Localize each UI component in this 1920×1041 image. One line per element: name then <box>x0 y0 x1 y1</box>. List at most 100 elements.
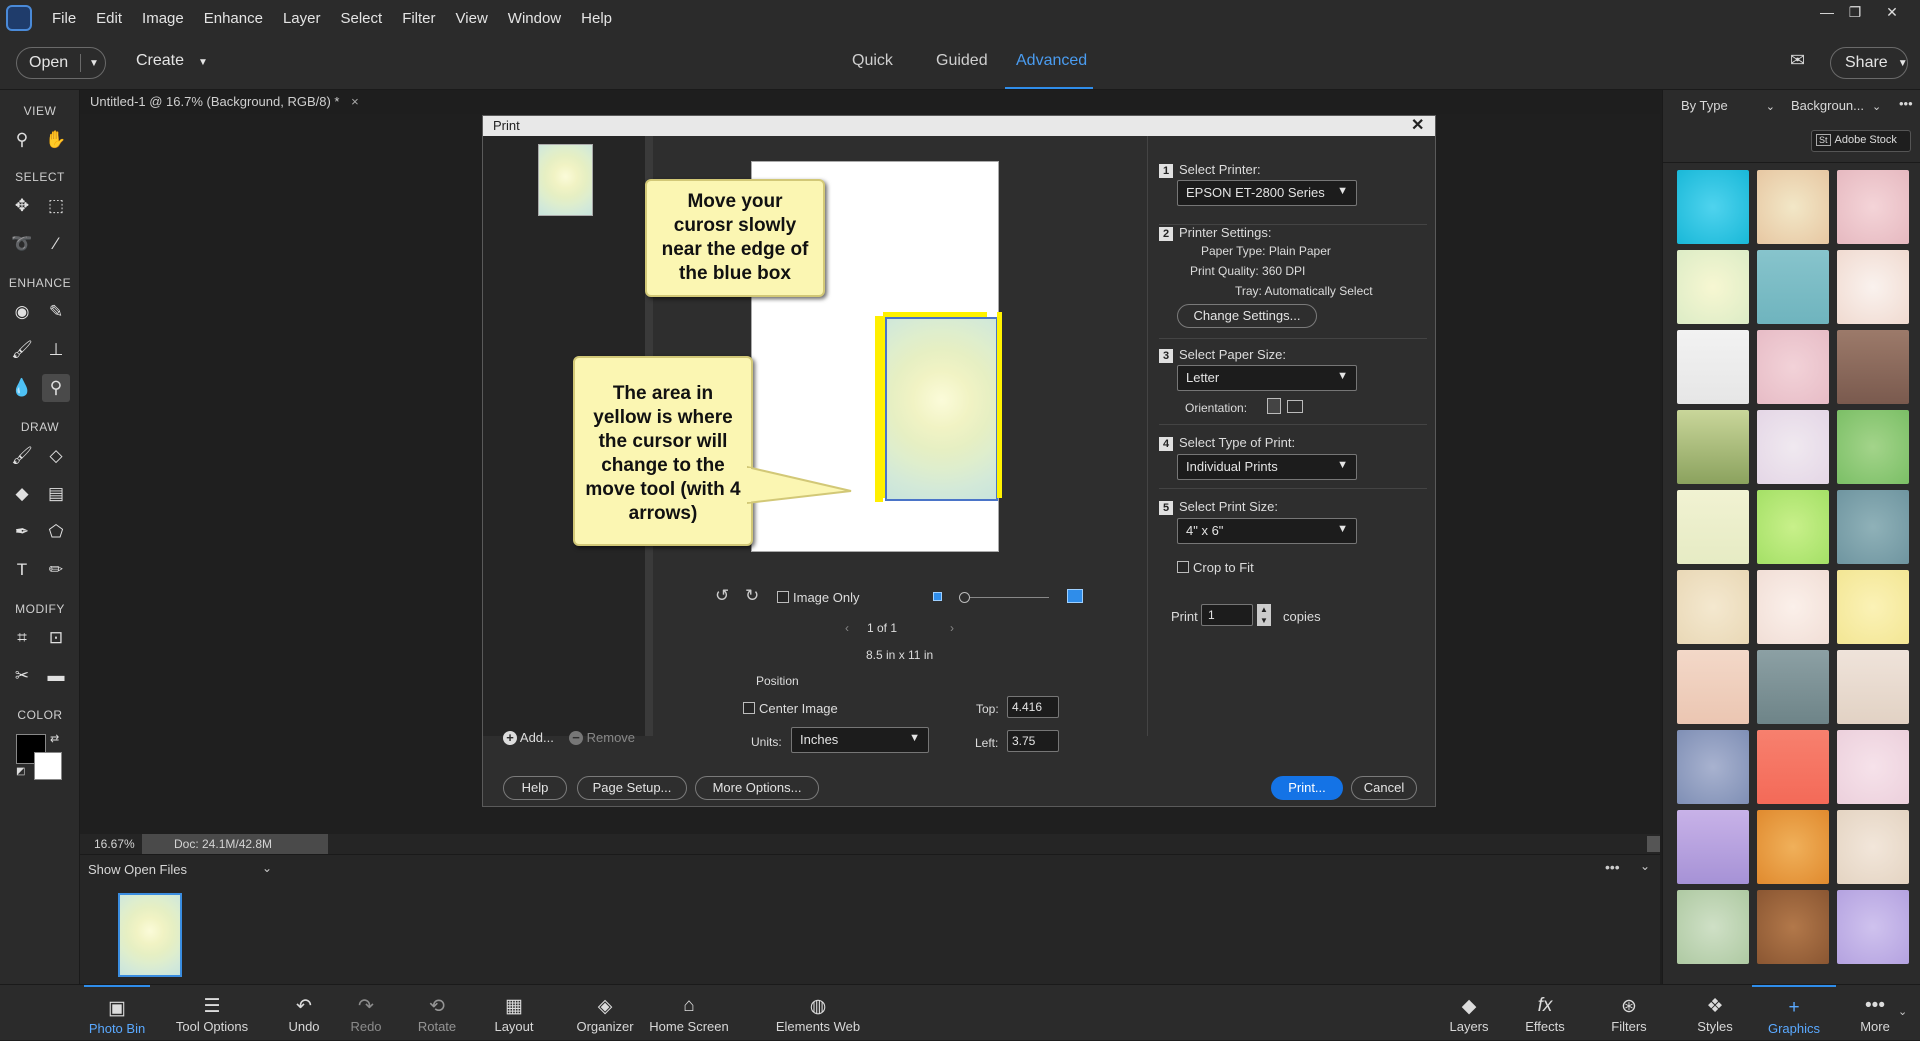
background-thumbnail[interactable] <box>1837 730 1909 804</box>
marquee-tool-icon[interactable]: ⬚ <box>42 192 70 220</box>
background-thumbnail[interactable] <box>1757 410 1829 484</box>
remove-button[interactable]: − Remove <box>569 730 635 745</box>
rotate-left-icon[interactable]: ↺ <box>715 586 729 606</box>
background-thumbnail[interactable] <box>1757 570 1829 644</box>
gradient-tool-icon[interactable]: ▤ <box>42 480 70 508</box>
background-thumbnail[interactable] <box>1677 410 1749 484</box>
add-button[interactable]: + Add... <box>503 730 554 745</box>
crop-tool-icon[interactable]: ⌗ <box>8 624 36 652</box>
layers-button[interactable]: ◆ Layers <box>1444 985 1494 1041</box>
tool-options-button[interactable]: ☰ Tool Options <box>172 985 252 1041</box>
background-thumbnail[interactable] <box>1837 170 1909 244</box>
minimize-icon[interactable]: — <box>1815 4 1839 26</box>
undo-button[interactable]: ↶ Undo <box>284 985 324 1041</box>
pencil-tool-icon[interactable]: ✏ <box>42 556 70 584</box>
organizer-button[interactable]: ◈ Organizer <box>574 985 636 1041</box>
background-thumbnail[interactable] <box>1757 810 1829 884</box>
background-thumbnail[interactable] <box>1837 650 1909 724</box>
type-tool-icon[interactable]: T <box>8 556 36 584</box>
print-type-select[interactable]: Individual Prints ▼ <box>1177 454 1357 480</box>
menu-file[interactable]: File <box>42 10 86 27</box>
smart-brush-icon[interactable]: 🖌 <box>8 336 36 364</box>
page-setup-button[interactable]: Page Setup... <box>577 776 687 800</box>
eraser-tool-icon[interactable]: ◇ <box>42 442 70 470</box>
magic-wand-tool-icon[interactable]: ⁄ <box>42 230 70 258</box>
mail-icon[interactable]: ✉ <box>1790 50 1805 71</box>
copies-stepper[interactable]: ▲ ▼ <box>1257 604 1271 626</box>
open-file-thumbnail[interactable] <box>118 893 182 977</box>
menu-edit[interactable]: Edit <box>86 10 132 27</box>
show-files-dropdown-icon[interactable]: ⌄ <box>262 861 272 875</box>
zoom-slider-thumb[interactable] <box>959 592 970 603</box>
next-page-icon[interactable]: › <box>950 621 954 635</box>
elements-web-button[interactable]: ◍ Elements Web <box>774 985 862 1041</box>
content-aware-move-icon[interactable]: ✂ <box>8 662 36 690</box>
lasso-tool-icon[interactable]: ➰ <box>8 230 36 258</box>
paper-size-select[interactable]: Letter ▼ <box>1177 365 1357 391</box>
adobe-stock-button[interactable]: St Adobe Stock <box>1811 130 1911 152</box>
document-tab[interactable]: Untitled-1 @ 16.7% (Background, RGB/8) *… <box>80 90 369 114</box>
left-input[interactable]: 3.75 <box>1007 730 1059 752</box>
background-thumbnail[interactable] <box>1757 890 1829 964</box>
background-thumbnail[interactable] <box>1677 490 1749 564</box>
close-window-icon[interactable]: ✕ <box>1880 4 1904 26</box>
printer-select[interactable]: EPSON ET-2800 Series ▼ <box>1177 180 1357 206</box>
default-colors-icon[interactable]: ◩ <box>16 766 25 777</box>
restore-icon[interactable]: ❐ <box>1843 4 1867 26</box>
background-thumbnail[interactable] <box>1677 570 1749 644</box>
photo-bin-button[interactable]: ▣ Photo Bin <box>84 985 150 1041</box>
collapse-bin-icon[interactable]: ⌄ <box>1640 859 1650 873</box>
print-thumbnail[interactable] <box>538 144 593 216</box>
blur-tool-icon[interactable]: 💧 <box>8 374 36 402</box>
eyedropper-tool-icon[interactable]: ✒ <box>8 518 36 546</box>
zoom-slider-track[interactable] <box>959 597 1049 598</box>
cancel-button[interactable]: Cancel <box>1351 776 1417 800</box>
by-type-dropdown[interactable]: By Type ⌄ <box>1681 98 1775 113</box>
home-screen-button[interactable]: ⌂ Home Screen <box>648 985 730 1041</box>
panel-options-icon[interactable]: ••• <box>1899 96 1913 111</box>
background-thumbnail[interactable] <box>1757 170 1829 244</box>
bin-options-icon[interactable]: ••• <box>1605 859 1620 875</box>
print-image-bounding-box[interactable] <box>885 317 998 501</box>
background-thumbnail[interactable] <box>1757 650 1829 724</box>
clone-stamp-icon[interactable]: ⊥ <box>42 336 70 364</box>
tab-quick[interactable]: Quick <box>852 52 893 70</box>
menu-layer[interactable]: Layer <box>273 10 331 27</box>
more-options-button[interactable]: More Options... <box>695 776 819 800</box>
straighten-tool-icon[interactable]: ▬ <box>42 662 70 690</box>
shape-tool-icon[interactable]: ⬠ <box>42 518 70 546</box>
menu-image[interactable]: Image <box>132 10 194 27</box>
dialog-close-icon[interactable]: ✕ <box>1411 115 1424 135</box>
background-thumbnail[interactable] <box>1677 330 1749 404</box>
background-color-swatch[interactable] <box>34 752 62 780</box>
menu-help[interactable]: Help <box>571 10 622 27</box>
close-document-icon[interactable]: × <box>351 94 359 109</box>
prev-page-icon[interactable]: ‹ <box>845 621 849 635</box>
open-dropdown-icon[interactable]: ▼ <box>81 58 99 69</box>
menu-window[interactable]: Window <box>498 10 571 27</box>
graphics-button[interactable]: + Graphics <box>1752 985 1836 1041</box>
change-settings-button[interactable]: Change Settings... <box>1177 304 1317 328</box>
menu-filter[interactable]: Filter <box>392 10 445 27</box>
paint-bucket-icon[interactable]: ◆ <box>8 480 36 508</box>
background-thumbnail[interactable] <box>1837 810 1909 884</box>
background-thumbnail[interactable] <box>1757 730 1829 804</box>
swap-colors-icon[interactable]: ⇄ <box>50 732 59 745</box>
category-dropdown[interactable]: Backgroun... ⌄ <box>1791 98 1881 113</box>
background-thumbnail[interactable] <box>1677 730 1749 804</box>
filters-button[interactable]: ⊛ Filters <box>1604 985 1654 1041</box>
background-thumbnail[interactable] <box>1837 490 1909 564</box>
crop-to-fit-checkbox[interactable]: Crop to Fit <box>1177 560 1254 575</box>
center-image-checkbox[interactable]: Center Image <box>743 701 838 716</box>
hand-tool-icon[interactable]: ✋ <box>42 126 70 154</box>
help-button[interactable]: Help <box>503 776 567 800</box>
zoom-tool-icon[interactable]: ⚲ <box>8 126 36 154</box>
redo-button[interactable]: ↷ Redo <box>346 985 386 1041</box>
background-thumbnail[interactable] <box>1757 250 1829 324</box>
print-size-select[interactable]: 4" x 6" ▼ <box>1177 518 1357 544</box>
background-thumbnail[interactable] <box>1837 330 1909 404</box>
scrollbar-thumb[interactable] <box>1647 836 1660 852</box>
tab-advanced[interactable]: Advanced <box>1016 52 1087 70</box>
background-thumbnail[interactable] <box>1837 570 1909 644</box>
background-thumbnail[interactable] <box>1677 650 1749 724</box>
